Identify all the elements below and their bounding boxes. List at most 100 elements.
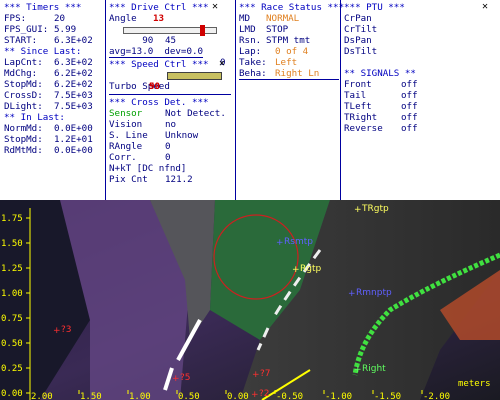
slider-mid-label: 45 <box>165 35 177 46</box>
timers-title: *** Timers *** <box>4 2 82 13</box>
race-row: Lap: 0 of 4 <box>239 46 309 57</box>
x-tick-label: 0.00 <box>227 392 249 400</box>
pix-count-row: Pix Cnt 121.2 <box>109 174 193 185</box>
timer-row: FPS: 20 <box>4 13 66 24</box>
race-row: Take: Left <box>239 57 298 68</box>
x-tick-label: 1.50 <box>80 392 102 400</box>
signal-row: Reverse off <box>344 123 418 134</box>
ptu-close-icon[interactable]: ✕ <box>480 2 490 12</box>
mode-value: NORMAL <box>266 13 300 24</box>
nkt-label: N+kT [DC nfnd] <box>109 163 187 174</box>
y-tick-label: 0.00 <box>1 389 23 399</box>
signal-row: TLeft off <box>344 101 418 112</box>
cross-row: Corr. 0 <box>109 152 171 163</box>
x-tick-label: 0.50 <box>178 392 200 400</box>
y-tick-label: 0.25 <box>1 364 23 374</box>
angle-slider-knob[interactable] <box>199 25 205 36</box>
marker-cross-icon: + <box>354 365 362 375</box>
signals-title: ** SIGNALS ** <box>344 68 416 79</box>
column-divider <box>105 0 106 200</box>
speed-ctrl-title: *** Speed Ctrl *** <box>109 59 209 70</box>
marker-label: ?5 <box>180 373 191 383</box>
turbo-row: Turbo 50 <box>109 81 161 92</box>
race-row: Rsn. STPM tmt <box>239 35 311 46</box>
y-tick-label: 0.75 <box>1 314 23 324</box>
y-tick-label: 1.75 <box>1 214 23 224</box>
race-row: LMD STOP <box>239 24 289 35</box>
timer-row: FPS_GUI: 5.99 <box>4 24 77 35</box>
x-tick-label: -2.00 <box>423 392 450 400</box>
x-tick-label: 2.00 <box>31 392 53 400</box>
signal-row: Tail off <box>344 90 418 101</box>
avg-dev-line: avg=13.0 dev=0.0 <box>109 46 204 58</box>
ptu-item[interactable]: CrTilt <box>344 24 377 35</box>
ptu-item[interactable]: DsTilt <box>344 46 377 57</box>
x-axis-unit: meters <box>458 379 491 389</box>
marker-label: Rsmtp <box>284 237 313 247</box>
race-column: *** Race Status *** MD NORMAL LMD STOP Rsn… <box>239 0 344 200</box>
angle-value: 13 <box>153 13 165 24</box>
angle-slider-row: 90 0 <box>109 24 229 68</box>
marker-cross-icon: + <box>276 238 284 248</box>
marker-cross-icon: + <box>53 326 61 336</box>
camera-overlay: 1.75 1.50 1.25 1.00 0.75 0.50 0.25 0.00 2.00 1.5… <box>0 200 500 400</box>
in-last-row: RdMtMd: 0.0E+00 <box>4 145 93 156</box>
column-divider <box>235 0 236 200</box>
drive-ctrl-title: *** Drive Ctrl *** <box>109 2 209 13</box>
column-divider <box>340 0 341 200</box>
marker-cross-icon: + <box>172 374 180 384</box>
status-panel: *** Timers *** FPS: 20 FPS_GUI: 5.99 START… <box>0 0 500 200</box>
since-row: LapCnt: 6.3E+02 <box>4 57 93 68</box>
y-tick-label: 0.50 <box>1 339 23 349</box>
marker-label: ?3 <box>61 325 72 335</box>
timer-row: START: 6.3E+02 <box>4 35 93 46</box>
ptu-item[interactable]: DsPan <box>344 35 372 46</box>
ptu-title: *** PTU *** <box>344 2 405 13</box>
speed-bar-fill <box>168 73 221 79</box>
speed-close-icon[interactable]: ✕ <box>217 59 227 69</box>
in-last-row: StopMd: 1.2E+01 <box>4 134 93 145</box>
ptu-item[interactable]: CrPan <box>344 13 372 24</box>
in-last-row: NormMd: 0.0E+00 <box>4 123 93 134</box>
marker-label: ?2 <box>259 389 270 399</box>
marker-cross-icon: + <box>354 205 362 215</box>
speed-row: Speed 90 <box>109 70 229 92</box>
x-tick-label: 1.00 <box>129 392 151 400</box>
marker-cross-icon: + <box>348 289 356 299</box>
camera-view[interactable]: 1.75 1.50 1.25 1.00 0.75 0.50 0.25 0.00 2.00 1.5… <box>0 200 500 400</box>
cross-row: S. Line Unknow <box>109 130 199 141</box>
x-tick-label: -1.00 <box>325 392 352 400</box>
in-last-title: ** In Last: <box>4 112 65 123</box>
cross-det-title: *** Cross Det. *** <box>109 97 209 108</box>
since-row: CrossD: 7.5E+03 <box>4 90 93 101</box>
drive-close-icon[interactable]: ✕ <box>210 2 220 12</box>
marker-cross-icon: + <box>252 370 260 380</box>
x-tick-label: -0.50 <box>276 392 303 400</box>
signal-row: TRight off <box>344 112 418 123</box>
section-divider <box>109 94 231 95</box>
turbo-value: 50 <box>149 81 161 92</box>
x-axis: 2.00 1.50 1.00 0.50 0.00 -0.50 -1.00 -1.50 -2.00 <box>29 390 450 400</box>
y-tick-label: 1.25 <box>1 264 23 274</box>
timers-column: *** Timers *** FPS: 20 FPS_GUI: 5.99 START… <box>4 0 104 200</box>
race-status-title: *** Race Status *** <box>239 2 345 13</box>
cross-row: Vision no <box>109 119 177 130</box>
marker-label: Right <box>362 364 386 374</box>
since-row: DLight: 7.5E+03 <box>4 101 93 112</box>
marker-cross-icon: + <box>292 265 300 275</box>
marker-label: TRgtp <box>361 204 389 214</box>
race-row: Beha: Right Ln <box>239 68 339 80</box>
drive-column: *** Drive Ctrl *** ✕ Angle13 90 0 45 avg… <box>109 0 231 200</box>
marker-cross-icon: + <box>251 390 259 400</box>
signal-row: Front off <box>344 79 418 90</box>
marker-label: ?7 <box>260 369 271 379</box>
race-row: MD NORMAL <box>239 13 300 24</box>
angle-row: Angle 13 <box>109 13 165 24</box>
marker-label: Rgtp <box>300 264 321 274</box>
x-tick-label: -1.50 <box>374 392 401 400</box>
cross-row: Sensor Not Detect. <box>109 108 226 119</box>
angle-slider[interactable] <box>123 25 217 36</box>
cross-row: RAngle 0 <box>109 141 171 152</box>
ptu-column: *** PTU *** ✕ CrPan CrTilt DsPan DsTilt … <box>344 0 496 200</box>
since-row: MdChg: 6.2E+02 <box>4 68 93 79</box>
